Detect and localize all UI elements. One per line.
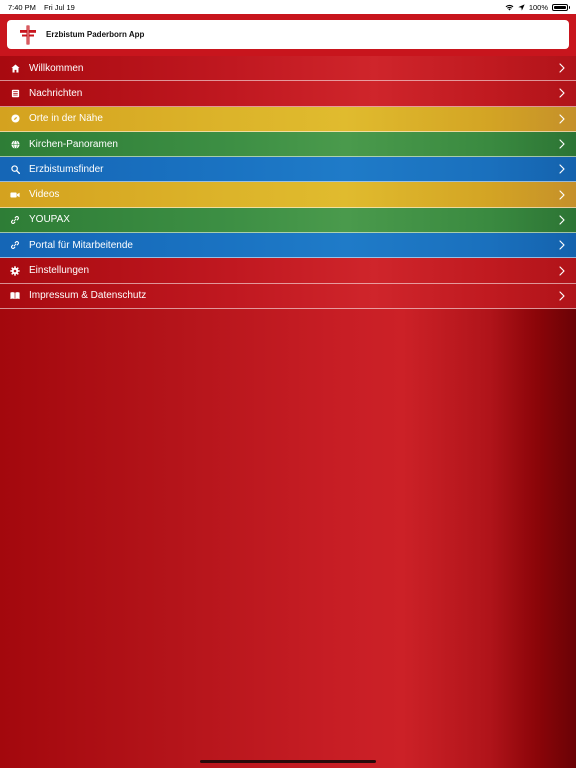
menu-item-einstellungen[interactable]: Einstellungen [0,258,576,284]
menu-item-portal-für-mitarbeitende[interactable]: Portal für Mitarbeitende [0,233,576,259]
chevron-right-icon [559,139,565,149]
chevron-right-icon [559,265,565,276]
chevron-right-icon [559,291,565,301]
home-indicator[interactable] [200,760,376,763]
menu-item-label: YOUPAX [29,214,70,226]
menu-item-nachrichten[interactable]: Nachrichten [0,81,576,107]
link-icon [10,215,20,225]
menu-item-kirchen-panoramen[interactable]: Kirchen-Panoramen [0,131,576,158]
app-title-card: Erzbistum Paderborn App [7,20,569,49]
chevron-right-icon [559,88,565,99]
main-menu: Willkommen Nachrichten Orte in der Nähe Kir… [0,56,576,309]
menu-item-willkommen[interactable]: Willkommen [0,56,576,82]
chevron-right-icon [559,164,565,174]
status-indicators: 100% [505,2,570,12]
video-camera-icon [10,190,20,200]
menu-item-label: Impressum & Datenschutz [29,290,147,302]
chevron-right-icon [559,240,565,250]
wifi-icon [505,4,514,10]
menu-item-label: Kirchen-Panoramen [29,138,118,150]
app-title: Erzbistum Paderborn App [46,30,145,39]
menu-item-label: Videos [29,189,60,201]
menu-item-impressum-datenschutz[interactable]: Impressum & Datenschutz [0,283,576,309]
chevron-right-icon [559,63,565,73]
menu-item-label: Einstellungen [29,265,90,277]
cross-logo-icon [20,25,36,44]
battery-icon [552,3,570,11]
chevron-right-icon [559,114,565,124]
location-arrow-icon [518,3,525,11]
book-icon [10,291,20,301]
link-icon [10,240,20,250]
compass-icon [10,114,20,124]
gear-icon [10,265,20,276]
menu-item-orte-in-der-nähe[interactable]: Orte in der Nähe [0,106,576,132]
chevron-right-icon [559,215,565,225]
menu-item-label: Willkommen [29,62,84,74]
search-icon [10,164,20,174]
menu-item-erzbistumsfinder[interactable]: Erzbistumsfinder [0,157,576,183]
status-bar: 7:40 PM Fri Jul 19 100% [0,0,576,14]
status-date: Fri Jul 19 [43,2,75,12]
battery-percent: 100% [528,2,548,12]
chevron-right-icon [559,190,565,200]
newspaper-icon [10,88,20,98]
menu-item-label: Orte in der Nähe [29,113,103,125]
status-time: 7:40 PM [8,2,36,12]
menu-item-youpax[interactable]: YOUPAX [0,207,576,234]
menu-item-label: Erzbistumsfinder [29,163,104,175]
home-icon [10,63,20,73]
menu-item-label: Nachrichten [29,87,83,99]
globe-icon [10,139,20,149]
menu-item-label: Portal für Mitarbeitende [29,239,133,251]
menu-item-videos[interactable]: Videos [0,182,576,208]
